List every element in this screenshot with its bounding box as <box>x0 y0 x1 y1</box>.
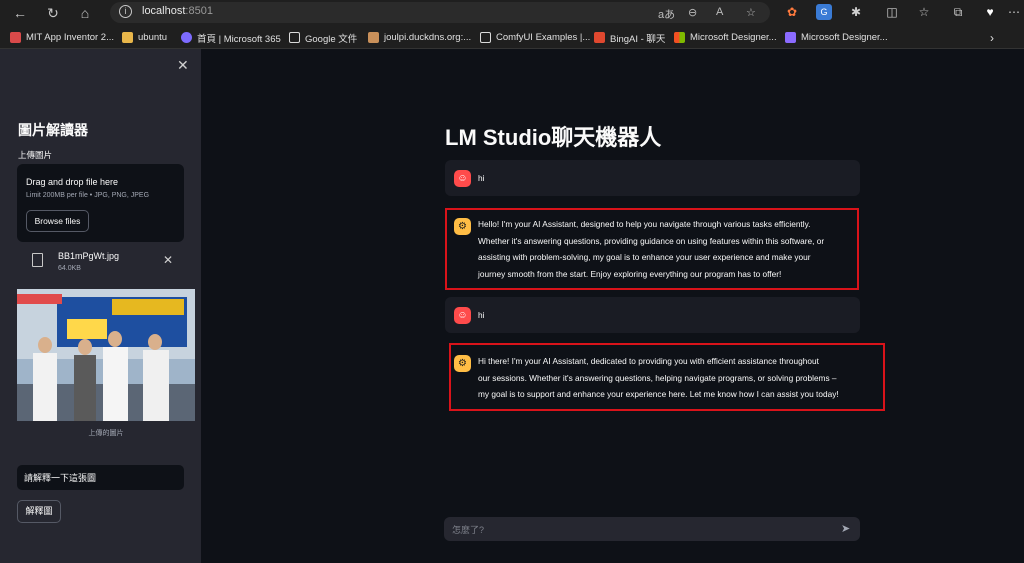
message-text: hi <box>478 310 485 320</box>
bookmark-label: MIT App Inventor 2... <box>26 32 115 43</box>
browse-files-button[interactable]: Browse files <box>26 210 89 232</box>
site-info-icon[interactable]: i <box>119 5 132 18</box>
page-title: LM Studio聊天機器人 <box>445 125 662 150</box>
bookmark-label: BingAI - 聊天 <box>610 33 666 45</box>
uploaded-file: BB1mPgWt.jpg 64.0KB ✕ <box>18 249 184 279</box>
file-dropzone[interactable]: Drag and drop file here Limit 200MB per … <box>17 164 184 242</box>
chat-message-user: ☺ hi <box>445 160 860 196</box>
bookmark-label: ComfyUI Examples |... <box>496 32 591 43</box>
file-size: 64.0KB <box>58 265 81 272</box>
highlight-box <box>445 208 859 290</box>
bookmark-label: Microsoft Designer... <box>801 32 888 43</box>
url-port: :8501 <box>185 5 213 17</box>
address-url[interactable]: localhost:8501 <box>142 5 213 17</box>
extension-icon[interactable]: ✿ <box>784 4 800 20</box>
bookmark-item[interactable]: Microsoft Designer... <box>674 30 777 45</box>
sidebar: ✕ 圖片解讀器 上傳圖片 Drag and drop file here Lim… <box>0 49 201 563</box>
bookmark-item[interactable]: Google 文件 <box>289 30 357 45</box>
explain-button[interactable]: 解釋圖 <box>17 500 61 523</box>
document-icon <box>480 32 491 43</box>
browser-toolbar: ← ↻ ⌂ i localhost:8501 aあ ⊖ A ☆ ✿ G ✱ ◫ … <box>0 0 1024 26</box>
document-icon <box>289 32 300 43</box>
bookmark-icon <box>594 32 605 43</box>
prompt-input[interactable]: 請解釋一下這張圖 <box>17 465 184 490</box>
file-icon <box>32 253 43 267</box>
zoom-icon[interactable]: ⊖ <box>688 6 697 19</box>
bookmark-icon <box>785 32 796 43</box>
folder-icon <box>122 32 133 43</box>
dropzone-title: Drag and drop file here <box>26 177 119 187</box>
bookmark-label: joulpi.duckdns.org:... <box>384 32 472 43</box>
bookmark-item[interactable]: MIT App Inventor 2... <box>10 30 114 45</box>
dropzone-limit: Limit 200MB per file • JPG, PNG, JPEG <box>26 192 150 199</box>
address-bar[interactable]: i localhost:8501 aあ ⊖ A ☆ <box>110 2 770 23</box>
bookmark-icon <box>10 32 21 43</box>
bookmark-item[interactable]: ComfyUI Examples |... <box>480 30 590 45</box>
bookmark-item[interactable]: joulpi.duckdns.org:... <box>368 30 471 45</box>
send-icon[interactable]: ➤ <box>841 522 850 535</box>
close-icon[interactable]: ✕ <box>177 57 189 74</box>
remove-file-icon[interactable]: ✕ <box>163 253 173 267</box>
bookmark-icon <box>181 32 192 43</box>
bookmark-label: Google 文件 <box>305 33 358 45</box>
immersive-reader-icon[interactable]: A <box>716 6 723 18</box>
collections-icon[interactable]: ⧉ <box>950 4 966 20</box>
user-avatar-icon: ☺ <box>454 170 471 187</box>
translate-icon[interactable]: G <box>816 4 832 20</box>
image-caption: 上傳的圖片 <box>88 430 124 437</box>
user-avatar-icon: ☺ <box>454 307 471 324</box>
reload-icon[interactable]: ↻ <box>43 3 63 23</box>
upload-label: 上傳圖片 <box>18 150 53 160</box>
bookmark-icon <box>368 32 379 43</box>
uploaded-image <box>17 289 195 421</box>
split-screen-icon[interactable]: ◫ <box>884 4 900 20</box>
bookmark-item[interactable]: Microsoft Designer... <box>785 30 888 45</box>
bookmark-label: Microsoft Designer... <box>690 32 777 43</box>
favorite-star-icon[interactable]: ☆ <box>746 6 756 19</box>
bookmark-item[interactable]: ubuntu <box>122 30 167 45</box>
chat-input-placeholder: 怎麼了? <box>452 525 485 535</box>
bookmark-label: 首頁 | Microsoft 365 <box>197 33 281 45</box>
home-icon[interactable]: ⌂ <box>75 3 95 23</box>
message-text: hi <box>478 173 485 183</box>
url-host: localhost <box>142 5 186 17</box>
chat-input[interactable]: 怎麼了? ➤ <box>444 517 860 541</box>
favorites-icon[interactable]: ☆ <box>916 4 932 20</box>
back-icon[interactable]: ← <box>10 3 30 23</box>
bookmark-item[interactable]: BingAI - 聊天 <box>594 30 665 45</box>
bookmarks-overflow-icon[interactable]: › <box>990 30 994 45</box>
microsoft-icon <box>674 32 685 43</box>
puzzle-icon[interactable]: ✱ <box>848 4 864 20</box>
bookmark-item[interactable]: 首頁 | Microsoft 365 <box>181 30 281 45</box>
main-area: LM Studio聊天機器人 ☺ hi ⚙ Hello! I'm your AI… <box>201 49 1024 563</box>
highlight-box <box>449 343 885 411</box>
file-name: BB1mPgWt.jpg <box>58 251 120 261</box>
health-icon[interactable]: ♥ <box>982 4 998 20</box>
read-aloud-icon[interactable]: aあ <box>658 6 675 22</box>
uploaded-photo-graphic <box>17 289 195 421</box>
more-icon[interactable]: ⋯ <box>1006 4 1022 20</box>
chat-message-user: ☺ hi <box>445 297 860 333</box>
bookmarks-bar: MIT App Inventor 2... ubuntu 首頁 | Micros… <box>0 26 1024 49</box>
sidebar-title: 圖片解讀器 <box>18 122 88 138</box>
bookmark-label: ubuntu <box>138 32 168 43</box>
